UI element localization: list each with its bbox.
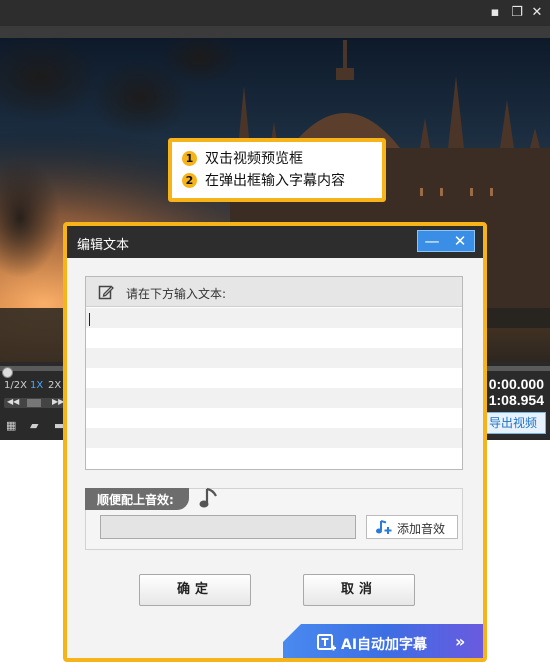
- double-chevron-right-icon: »: [455, 632, 466, 651]
- current-time: 0:00.000: [488, 376, 544, 392]
- subtitle-icon: [317, 634, 336, 651]
- cancel-button[interactable]: 取消: [303, 574, 415, 606]
- edit-pencil-icon: [98, 285, 114, 300]
- add-music-icon: [376, 520, 392, 534]
- rewind-icon[interactable]: ◀◀: [7, 397, 19, 406]
- text-editor[interactable]: 请在下方输入文本:: [85, 276, 463, 470]
- add-sound-label: 添加音效: [397, 522, 446, 536]
- speed-slider[interactable]: ◀◀ ▶▶: [4, 397, 64, 408]
- step-text: 双击视频预览框: [205, 151, 303, 167]
- ok-button[interactable]: 确定: [139, 574, 251, 606]
- text-caret: [89, 313, 90, 326]
- dialog-titlebar[interactable]: 编辑文本 — ✕: [67, 226, 483, 258]
- export-video-button[interactable]: 导出视频: [480, 412, 546, 434]
- sound-file-input[interactable]: [100, 515, 356, 539]
- total-time: 1:08.954: [488, 392, 544, 408]
- instruction-step: 2 在弹出框输入字幕内容: [182, 170, 382, 192]
- open-folder-icon[interactable]: ▰: [30, 420, 44, 432]
- music-note-icon: [199, 487, 217, 508]
- app-titlebar: ▪ ❐ ✕: [0, 0, 550, 26]
- editor-header: 请在下方输入文本:: [86, 277, 462, 307]
- restore-window-icon[interactable]: ❐: [508, 4, 526, 22]
- instruction-callout: 1 双击视频预览框 2 在弹出框输入字幕内容: [168, 138, 386, 202]
- speed-2x[interactable]: 2X: [48, 380, 61, 391]
- speed-half[interactable]: 1/2X: [4, 380, 27, 391]
- progress-knob[interactable]: [2, 367, 13, 378]
- ai-banner-label: AI自动加字幕: [341, 637, 428, 653]
- step-number-badge: 1: [182, 151, 197, 166]
- instruction-step: 1 双击视频预览框: [182, 148, 382, 170]
- sound-label-tag: 顺便配上音效:: [85, 488, 189, 510]
- sound-effect-panel: 顺便配上音效: 添加音效: [85, 487, 463, 550]
- edit-text-dialog: 编辑文本 — ✕ 请在下方输入文本: 顺便配上音效: 添加音效 确定 取消 AI…: [63, 222, 487, 662]
- close-window-icon[interactable]: ✕: [528, 4, 546, 22]
- editor-text-area[interactable]: [86, 308, 462, 469]
- app-subbar: [0, 26, 550, 38]
- step-text: 在弹出框输入字幕内容: [205, 173, 345, 189]
- speed-slider-thumb[interactable]: [27, 399, 41, 407]
- step-number-badge: 2: [182, 173, 197, 188]
- ai-auto-subtitle-button[interactable]: AI自动加字幕 »: [283, 624, 483, 658]
- dialog-body: 请在下方输入文本: 顺便配上音效: 添加音效 确定 取消 AI自动加字幕 »: [67, 258, 483, 658]
- editor-label: 请在下方输入文本:: [126, 287, 227, 301]
- sound-label: 顺便配上音效:: [97, 493, 174, 507]
- speed-1x[interactable]: 1X: [30, 380, 43, 391]
- minimize-window-icon[interactable]: ▪: [486, 4, 504, 22]
- text-tool-icon[interactable]: ▦: [6, 420, 20, 432]
- add-sound-button[interactable]: 添加音效: [366, 515, 458, 539]
- dialog-close-icon[interactable]: ✕: [446, 231, 474, 251]
- dialog-title: 编辑文本: [77, 238, 130, 253]
- dialog-minimize-icon[interactable]: —: [418, 231, 446, 251]
- dialog-window-buttons: — ✕: [417, 230, 475, 252]
